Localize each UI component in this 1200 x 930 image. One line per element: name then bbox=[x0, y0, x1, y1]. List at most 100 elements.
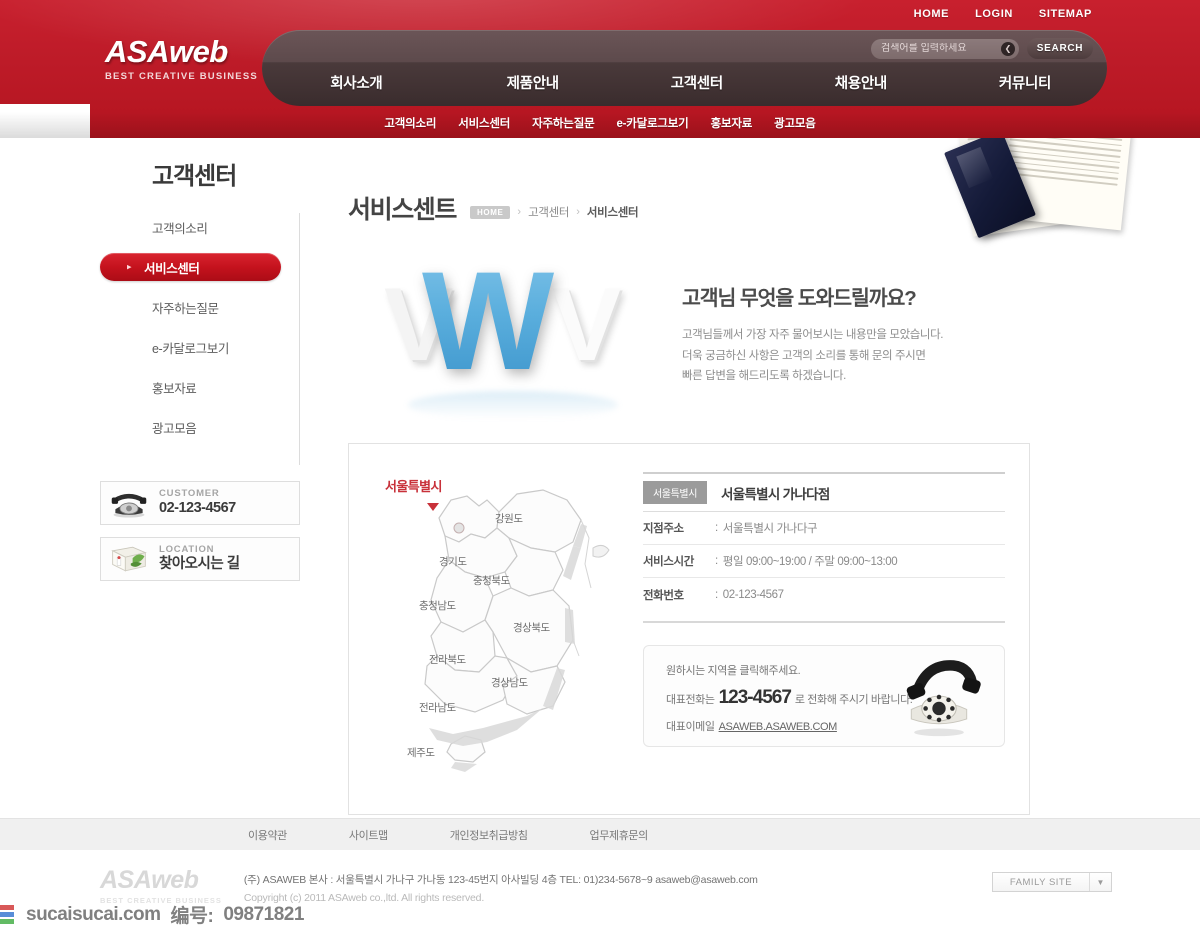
sidebar-location-value: 찾아오시는 길 bbox=[159, 556, 240, 573]
watermark-code: 09871821 bbox=[223, 903, 304, 925]
sub-nav: 고객의소리 서비스센터 자주하는질문 e-카달로그보기 홍보자료 광고모음 bbox=[0, 108, 1200, 138]
page-header: 서비스센트 HOME › 고객센터 › 서비스센터 bbox=[348, 198, 1030, 223]
watermark-code-label: 编号: bbox=[170, 906, 214, 927]
map-label-gangwon[interactable]: 강원도 bbox=[495, 511, 523, 526]
branch-address-value: 서울특별시 가나다구 bbox=[722, 523, 818, 535]
footer-link-partnership[interactable]: 업무제휴문의 bbox=[590, 827, 649, 843]
stock-watermark: sucaisucai.com 编号: 09871821 bbox=[0, 901, 304, 928]
sub-nav-item-faq[interactable]: 자주하는질문 bbox=[532, 115, 594, 131]
map-label-chungnam[interactable]: 충청남도 bbox=[419, 598, 456, 613]
footer-link-sitemap[interactable]: 사이트맵 bbox=[349, 827, 388, 843]
hero-line-3: 빠른 답변을 해드리도록 하겠습니다. bbox=[682, 370, 846, 383]
hero-letter-v-right: V bbox=[552, 267, 622, 383]
utility-nav-login[interactable]: LOGIN bbox=[975, 8, 1013, 20]
breadcrumb-separator-1: › bbox=[517, 206, 522, 218]
branch-row-address: 지점주소 : 서울특별시 가나다구 bbox=[643, 512, 1005, 545]
footer-logo-text: ASAweb bbox=[100, 866, 199, 894]
sidebar: 고객센터 고객의소리 서비스센터 자주하는질문 e-카달로그보기 홍보자료 광고… bbox=[100, 156, 300, 581]
footer-link-privacy[interactable]: 개인정보취급방침 bbox=[450, 827, 528, 843]
utility-nav-sitemap[interactable]: SITEMAP bbox=[1039, 8, 1092, 20]
map-label-jeonbuk[interactable]: 전라북도 bbox=[429, 652, 466, 667]
hero-heading: 고객님 무엇을 도와드릴까요? bbox=[682, 286, 917, 310]
footer-copyright: Copyright (c) 2011 ASAweb co.,ltd. All r… bbox=[243, 892, 485, 904]
map-label-seoul[interactable]: 서울특별시 bbox=[385, 476, 442, 495]
search-area: ❮ SEARCH bbox=[871, 38, 1093, 59]
footer-link-terms[interactable]: 이용약관 bbox=[248, 827, 287, 843]
chevron-down-icon[interactable]: ▼ bbox=[1089, 873, 1111, 891]
sub-nav-item-pr[interactable]: 홍보자료 bbox=[711, 115, 753, 131]
footer-body: ASAweb BEST CREATIVE BUSINESS (주) ASAWEB… bbox=[0, 850, 1200, 905]
sidebar-location-box[interactable]: LOCATION 찾아오시는 길 bbox=[100, 537, 300, 581]
nav-bar: ❮ SEARCH 회사소개 제품안내 고객센터 채용안내 커뮤니티 bbox=[262, 30, 1107, 106]
callbox-email-prefix: 대표이메일 bbox=[666, 721, 715, 733]
map-seoul-pointer-icon bbox=[427, 503, 439, 511]
sidebar-item-faq[interactable]: 자주하는질문 bbox=[100, 293, 299, 321]
search-go-icon[interactable]: ❮ bbox=[1001, 41, 1015, 56]
sub-nav-item-service-center[interactable]: 서비스센터 bbox=[458, 115, 510, 131]
sidebar-customer-box[interactable]: CUSTOMER 02-123-4567 bbox=[100, 481, 300, 525]
nav-item-community[interactable]: 커뮤니티 bbox=[943, 72, 1107, 93]
sidebar-item-ecatalog[interactable]: e-카달로그보기 bbox=[100, 333, 299, 361]
watermark-site: sucaisucai.com bbox=[26, 903, 161, 925]
sidebar-customer-label: CUSTOMER bbox=[159, 488, 220, 500]
map-label-jeju[interactable]: 제주도 bbox=[407, 745, 435, 760]
watermark-color-swatches bbox=[0, 905, 14, 924]
hero-copy: 고객님 무엇을 도와드릴까요? 고객님들께서 가장 자주 물어보시는 내용만을 … bbox=[674, 275, 943, 388]
map-label-gyeonggi[interactable]: 경기도 bbox=[439, 554, 467, 569]
sub-nav-item-ads[interactable]: 광고모음 bbox=[774, 115, 816, 131]
sub-nav-item-ecatalog[interactable]: e-카달로그보기 bbox=[616, 115, 688, 131]
callbox-phone-prefix: 대표전화는 bbox=[666, 694, 715, 706]
branch-hours-value: 평일 09:00~19:00 / 주말 09:00~13:00 bbox=[722, 556, 898, 568]
hero-line-1: 고객님들께서 가장 자주 물어보시는 내용만을 모았습니다. bbox=[682, 328, 944, 341]
breadcrumb: HOME › 고객센터 › 서비스센터 bbox=[470, 204, 639, 223]
branch-phone-value: 02-123-4567 bbox=[722, 588, 784, 601]
map-label-gyeongbuk[interactable]: 경상북도 bbox=[513, 620, 550, 635]
service-center-card: 서울특별시 강원도 경기도 충청북도 충청남도 경상북도 전라북도 경상남도 전… bbox=[348, 443, 1030, 815]
nav-item-products[interactable]: 제품안내 bbox=[451, 72, 615, 93]
map-label-chungbuk[interactable]: 충청북도 bbox=[473, 573, 510, 588]
nav-item-company[interactable]: 회사소개 bbox=[262, 72, 451, 93]
sidebar-item-service-center[interactable]: 서비스센터 bbox=[100, 253, 281, 281]
branch-header-row: 서울특별시 서울특별시 가나다점 bbox=[643, 474, 1005, 512]
utility-nav-home[interactable]: HOME bbox=[914, 8, 949, 20]
footer-logo: ASAweb BEST CREATIVE BUSINESS bbox=[100, 866, 222, 906]
branch-name: 서울특별시 가나다점 bbox=[721, 486, 830, 502]
breadcrumb-item-customer-center[interactable]: 고객센터 bbox=[528, 204, 569, 220]
site-logo[interactable]: ASAweb BEST CREATIVE BUSINESS bbox=[105, 36, 258, 82]
korea-map[interactable]: 서울특별시 강원도 경기도 충청북도 충청남도 경상북도 전라북도 경상남도 전… bbox=[367, 460, 633, 800]
breadcrumb-separator-2: › bbox=[576, 206, 580, 218]
sidebar-item-pr[interactable]: 홍보자료 bbox=[100, 373, 299, 401]
main-nav: 회사소개 제품안내 고객센터 채용안내 커뮤니티 bbox=[262, 72, 1107, 93]
search-input[interactable] bbox=[881, 43, 995, 54]
map-label-gyeongnam[interactable]: 경상남도 bbox=[491, 675, 528, 690]
branch-row-phone: 전화번호 : 02-123-4567 bbox=[643, 578, 1005, 611]
hero-reflection bbox=[408, 391, 618, 419]
page-body: 고객센터 고객의소리 서비스센터 자주하는질문 e-카달로그보기 홍보자료 광고… bbox=[0, 138, 1200, 818]
telephone-icon bbox=[896, 654, 982, 740]
sidebar-item-voice[interactable]: 고객의소리 bbox=[100, 213, 299, 241]
callbox-phone-number: 123-4567 bbox=[718, 687, 792, 708]
callbox-email-link[interactable]: ASAWEB.ASAWEB.COM bbox=[719, 721, 838, 733]
branch-address-sep: : bbox=[715, 522, 718, 534]
breadcrumb-home-button[interactable]: HOME bbox=[470, 205, 511, 219]
sidebar-menu: 고객의소리 서비스센터 자주하는질문 e-카달로그보기 홍보자료 광고모음 bbox=[100, 213, 300, 465]
call-to-action-box: 원하시는 지역을 클릭해주세요. 대표전화는 123-4567 로 전화해 주시… bbox=[643, 645, 1005, 747]
main-content: 서비스센트 HOME › 고객센터 › 서비스센터 V V W 고객님 무엇을 … bbox=[348, 198, 1030, 815]
family-site-select[interactable]: FAMILY SITE ▼ bbox=[992, 872, 1112, 892]
hero-line-2: 더욱 궁금하신 사항은 고객의 소리를 통해 문의 주시면 bbox=[682, 349, 926, 362]
footer-nav: 이용약관 사이트맵 개인정보취급방침 업무제휴문의 bbox=[0, 818, 1200, 850]
notebook-icon bbox=[109, 543, 149, 575]
sidebar-item-ads[interactable]: 광고모음 bbox=[100, 413, 299, 441]
logo-text: ASAweb bbox=[105, 34, 228, 69]
rotary-phone-icon bbox=[109, 487, 149, 519]
search-button[interactable]: SEARCH bbox=[1027, 38, 1093, 59]
search-field[interactable]: ❮ bbox=[871, 38, 1019, 59]
nav-item-recruit[interactable]: 채용안내 bbox=[779, 72, 943, 93]
sub-nav-item-voice[interactable]: 고객의소리 bbox=[384, 115, 436, 131]
hero-section: V V W 고객님 무엇을 도와드릴까요? 고객님들께서 가장 자주 물어보시는… bbox=[348, 237, 1030, 425]
nav-item-customer-center[interactable]: 고객센터 bbox=[615, 72, 779, 93]
page-title: 서비스센트 bbox=[348, 196, 457, 224]
map-column: 서울특별시 강원도 경기도 충청북도 충청남도 경상북도 전라북도 경상남도 전… bbox=[349, 444, 639, 814]
branch-hours-label: 서비스시간 bbox=[643, 556, 694, 568]
map-label-jeonnam[interactable]: 전라남도 bbox=[419, 700, 456, 715]
